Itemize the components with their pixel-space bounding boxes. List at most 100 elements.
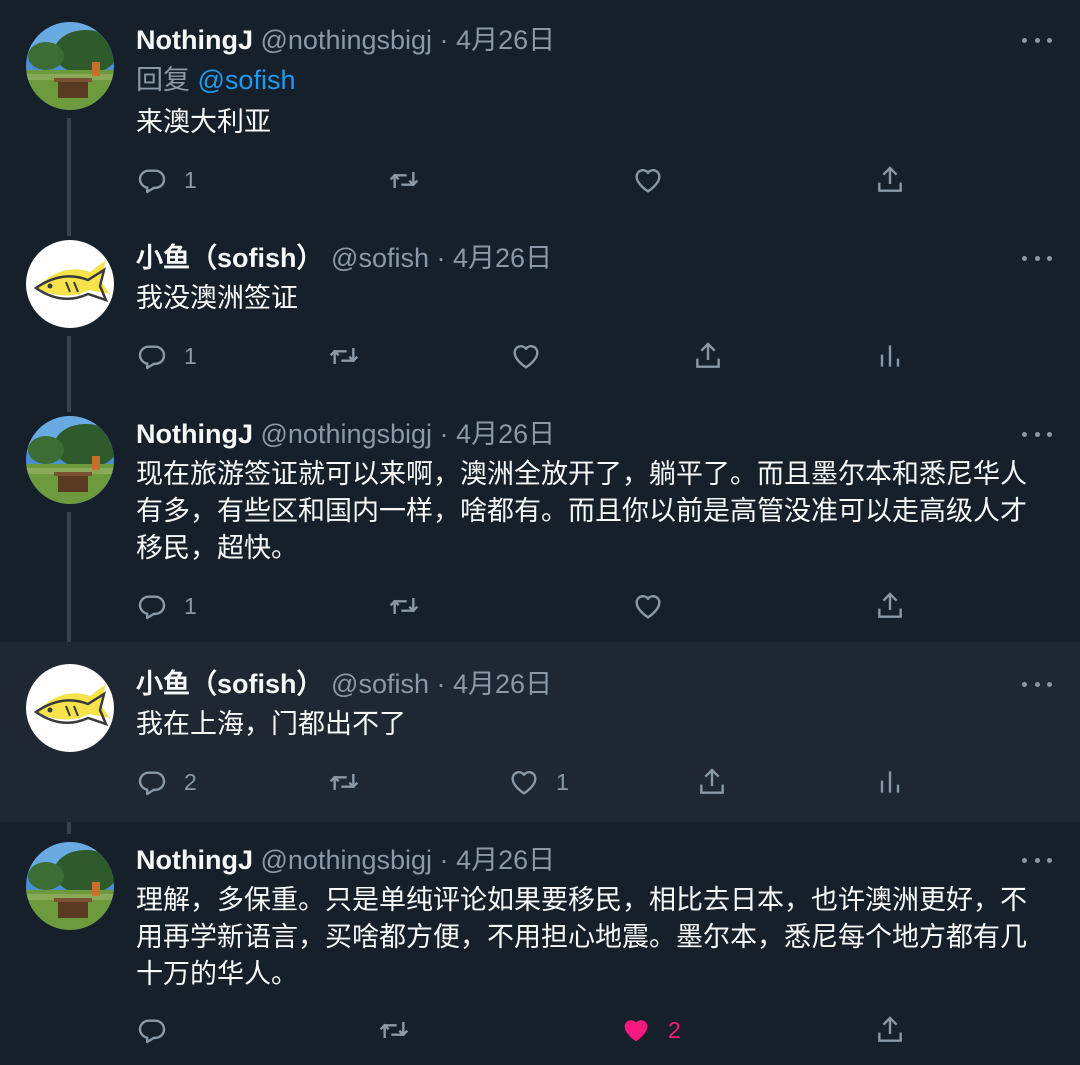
heart-icon — [632, 590, 664, 622]
analytics-icon — [874, 766, 906, 798]
more-options-icon[interactable] — [1022, 850, 1052, 870]
action-bar: 2 1 — [0, 762, 1080, 802]
timestamp[interactable]: 4月26日 — [453, 669, 552, 699]
retweet-icon — [378, 1014, 410, 1046]
heart-icon — [508, 766, 540, 798]
like-button[interactable]: 1 — [508, 762, 569, 802]
more-options-icon[interactable] — [1022, 248, 1052, 268]
tweet[interactable]: NothingJ @nothingsbigj · 4月26日 回复 @sofis… — [0, 0, 1080, 226]
retweet-button[interactable] — [388, 160, 420, 200]
reply-button[interactable]: 2 — [136, 762, 197, 802]
tweet-text: 我在上海，门都出不了 — [136, 709, 406, 739]
heart-icon — [510, 340, 542, 372]
user-handle[interactable]: @sofish — [331, 669, 429, 699]
reply-button[interactable]: 1 — [136, 336, 197, 376]
share-icon — [692, 340, 724, 372]
timestamp[interactable]: 4月26日 — [456, 845, 555, 875]
action-bar: 2 — [0, 1010, 1080, 1050]
timestamp[interactable]: 4月26日 — [453, 243, 552, 273]
retweet-button[interactable] — [328, 762, 360, 802]
separator: · — [439, 845, 449, 875]
reply-icon — [136, 766, 168, 798]
retweet-icon — [328, 340, 360, 372]
tweet-header: NothingJ @nothingsbigj · 4月26日 — [136, 20, 555, 60]
share-button[interactable] — [874, 160, 906, 200]
tweet[interactable]: 小鱼（sofish） @sofish · 4月26日 我没澳洲签证 1 — [0, 226, 1080, 416]
reply-icon — [136, 164, 168, 196]
avatar[interactable] — [26, 842, 114, 930]
fish-avatar-icon — [26, 664, 114, 752]
tweet[interactable]: NothingJ @nothingsbigj · 4月26日 现在旅游签证就可以… — [0, 416, 1080, 642]
avatar[interactable] — [26, 22, 114, 110]
more-options-icon[interactable] — [1022, 424, 1052, 444]
tweet-header: NothingJ @nothingsbigj · 4月26日 — [136, 414, 555, 454]
retweet-icon — [388, 164, 420, 196]
action-bar: 1 — [0, 336, 1080, 376]
fish-avatar-icon — [26, 240, 114, 328]
display-name[interactable]: NothingJ — [136, 25, 253, 55]
reply-icon — [136, 340, 168, 372]
share-button[interactable] — [692, 336, 724, 376]
mention-link[interactable]: @sofish — [198, 65, 296, 95]
share-button[interactable] — [874, 586, 906, 626]
park-avatar-icon — [26, 22, 114, 110]
more-options-icon[interactable] — [1022, 674, 1052, 694]
like-count: 2 — [668, 1016, 681, 1043]
avatar[interactable] — [26, 240, 114, 328]
display-name[interactable]: NothingJ — [136, 845, 253, 875]
more-options-icon[interactable] — [1022, 30, 1052, 50]
separator: · — [436, 669, 446, 699]
like-count: 1 — [556, 768, 569, 795]
share-button[interactable] — [696, 762, 728, 802]
tweet-header: 小鱼（sofish） @sofish · 4月26日 — [136, 238, 552, 278]
user-handle[interactable]: @nothingsbigj — [261, 419, 433, 449]
reply-icon — [136, 590, 168, 622]
tweet-text: 来澳大利亚 — [136, 107, 271, 137]
reply-count: 1 — [184, 166, 197, 193]
timestamp[interactable]: 4月26日 — [456, 419, 555, 449]
tweet-header: 小鱼（sofish） @sofish · 4月26日 — [136, 664, 552, 704]
retweet-button[interactable] — [388, 586, 420, 626]
heart-icon — [632, 164, 664, 196]
park-avatar-icon — [26, 416, 114, 504]
avatar[interactable] — [26, 664, 114, 752]
reply-button[interactable]: 1 — [136, 160, 197, 200]
separator: · — [439, 25, 449, 55]
reply-button[interactable]: 1 — [136, 586, 197, 626]
like-button[interactable] — [510, 336, 542, 376]
retweet-button[interactable] — [378, 1010, 410, 1050]
tweet-text: 现在旅游签证就可以来啊，澳洲全放开了，躺平了。而且墨尔本和悉尼华人有多，有些区和… — [136, 459, 1027, 563]
tweet[interactable]: NothingJ @nothingsbigj · 4月26日 理解，多保重。只是… — [0, 822, 1080, 1065]
analytics-button[interactable] — [874, 762, 906, 802]
user-handle[interactable]: @sofish — [331, 243, 429, 273]
like-button[interactable] — [632, 160, 664, 200]
user-handle[interactable]: @nothingsbigj — [261, 845, 433, 875]
retweet-button[interactable] — [328, 336, 360, 376]
tweet[interactable]: 小鱼（sofish） @sofish · 4月26日 我在上海，门都出不了 2 … — [0, 642, 1080, 822]
reply-count: 1 — [184, 342, 197, 369]
user-handle[interactable]: @nothingsbigj — [261, 25, 433, 55]
display-name[interactable]: 小鱼（sofish） — [136, 243, 324, 273]
reply-count: 2 — [184, 768, 197, 795]
avatar[interactable] — [26, 416, 114, 504]
reply-context: 回复 @sofish — [136, 62, 1046, 99]
separator: · — [436, 243, 446, 273]
retweet-icon — [328, 766, 360, 798]
reply-prefix: 回复 — [136, 65, 190, 95]
analytics-icon — [874, 340, 906, 372]
like-button[interactable] — [632, 586, 664, 626]
reply-button[interactable] — [136, 1010, 168, 1050]
share-icon — [874, 1014, 906, 1046]
share-button[interactable] — [874, 1010, 906, 1050]
like-button[interactable]: 2 — [620, 1010, 681, 1050]
timestamp[interactable]: 4月26日 — [456, 25, 555, 55]
display-name[interactable]: NothingJ — [136, 419, 253, 449]
reply-count: 1 — [184, 592, 197, 619]
action-bar: 1 — [0, 160, 1080, 200]
analytics-button[interactable] — [874, 336, 906, 376]
share-icon — [874, 164, 906, 196]
share-icon — [696, 766, 728, 798]
share-icon — [874, 590, 906, 622]
heart-filled-icon — [620, 1014, 652, 1046]
display-name[interactable]: 小鱼（sofish） — [136, 669, 324, 699]
